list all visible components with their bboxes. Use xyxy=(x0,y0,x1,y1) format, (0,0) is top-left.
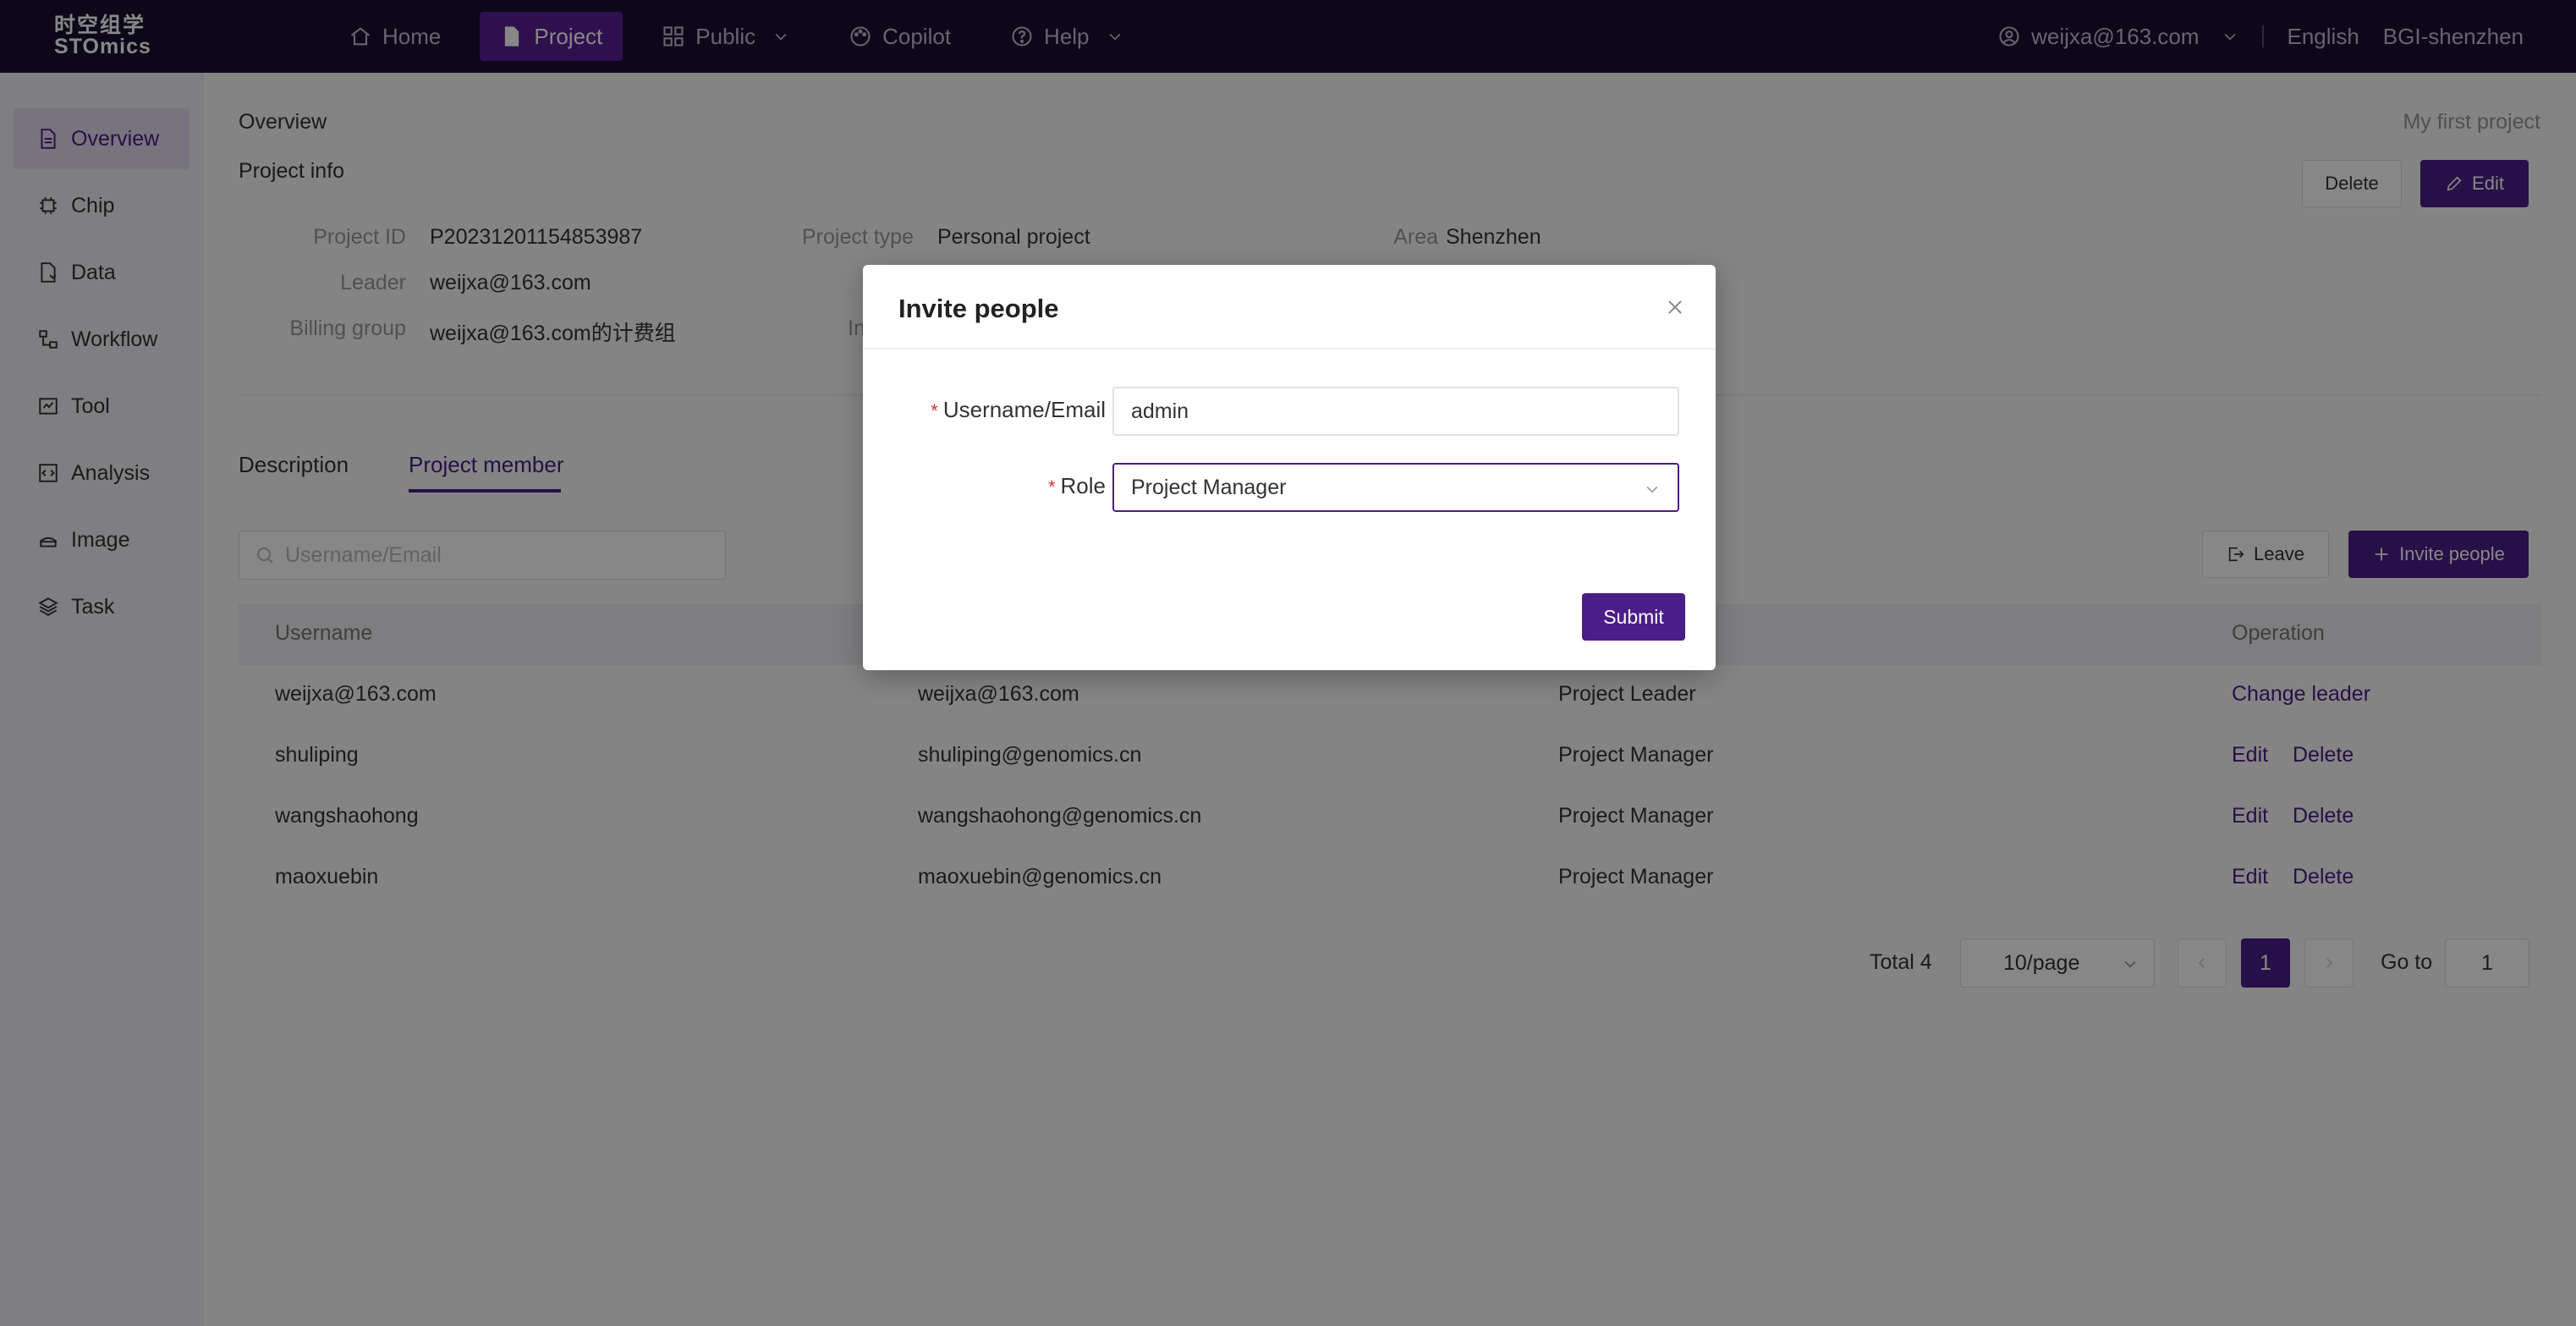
required-asterisk: * xyxy=(1047,476,1056,498)
username-field-label-text: Username/Email xyxy=(942,397,1106,422)
username-email-input[interactable]: admin xyxy=(1112,387,1679,436)
dialog-header: Invite people xyxy=(863,265,1716,349)
close-icon[interactable] xyxy=(1665,297,1685,317)
role-select[interactable]: Project Manager xyxy=(1112,463,1679,512)
role-field-label: * Role xyxy=(897,473,1106,499)
invite-people-dialog: Invite people * Username/Email admin * Rol… xyxy=(863,265,1716,670)
required-asterisk: * xyxy=(931,400,938,421)
username-email-value: admin xyxy=(1131,399,1189,423)
dialog-title: Invite people xyxy=(898,294,1059,323)
submit-button[interactable]: Submit xyxy=(1582,593,1685,641)
role-field-label-text: Role xyxy=(1060,473,1106,498)
username-field-label: * Username/Email xyxy=(897,397,1106,423)
role-select-value: Project Manager xyxy=(1131,475,1287,499)
